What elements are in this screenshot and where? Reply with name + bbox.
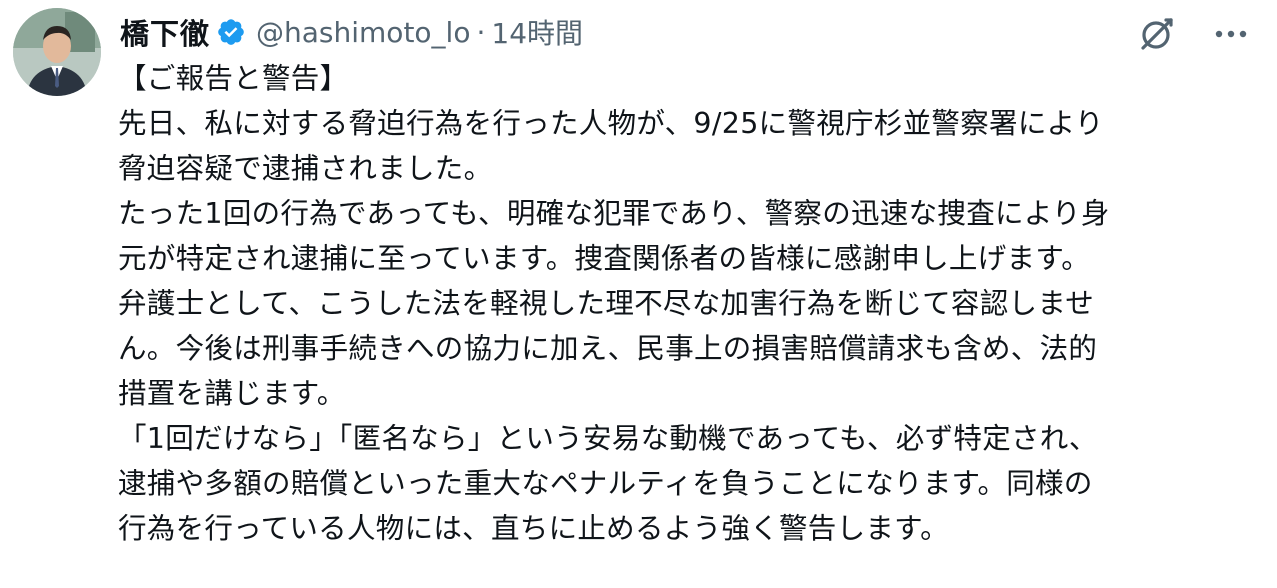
- tweet-line: 行為を行っている人物には、直ちに止めるよう強く警告します。: [118, 512, 949, 545]
- tweet-line: 逮捕や多額の賠償といった重大なペナルティを負うことになります。同様の: [118, 467, 1093, 500]
- tweet-line: たった1回の行為であっても、明確な犯罪であり、警察の迅速な捜査により身: [118, 197, 1110, 230]
- tweet: 橋下徹 @hashimoto_lo · 14時間 【ご報告と警告】 先日、私に対…: [0, 0, 1277, 588]
- tweet-line: 「1回だけなら」「匿名なら」という安易な動機であっても、必ず特定され、: [118, 422, 1098, 455]
- tweet-line: 脅迫容疑で逮捕されました。: [118, 152, 493, 185]
- verified-badge-icon: [216, 17, 246, 47]
- tweet-line: 弁護士として、こうした法を軽視した理不尽な加害行為を断じて容認しませ: [118, 287, 1095, 320]
- user-handle[interactable]: @hashimoto_lo: [256, 16, 470, 49]
- display-name[interactable]: 橋下徹: [120, 11, 210, 53]
- timestamp[interactable]: 14時間: [491, 12, 583, 52]
- tweet-line: 先日、私に対する脅迫行為を行った人物が、9/25に警視庁杉並警察署により: [118, 107, 1104, 140]
- avatar-image: [13, 8, 101, 96]
- tweet-line: ん。今後は刑事手続きへの協力に加え、民事上の損害賠償請求も含め、法的: [118, 332, 1098, 365]
- tweet-actions: [1135, 12, 1253, 56]
- separator-dot: ·: [476, 15, 486, 49]
- tweet-line: 元が特定され逮捕に至っています。捜査関係者の皆様に感謝申し上げます。: [118, 242, 1091, 275]
- tweet-text: 【ご報告と警告】 先日、私に対する脅迫行為を行った人物が、9/25に警視庁杉並警…: [118, 56, 1258, 551]
- tweet-header: 橋下徹 @hashimoto_lo · 14時間: [120, 8, 583, 56]
- tweet-line: 【ご報告と警告】: [118, 62, 349, 95]
- avatar[interactable]: [13, 8, 101, 96]
- more-dots-icon[interactable]: [1209, 12, 1253, 56]
- tweet-line: 措置を講じます。: [118, 377, 346, 410]
- grok-icon[interactable]: [1135, 12, 1179, 56]
